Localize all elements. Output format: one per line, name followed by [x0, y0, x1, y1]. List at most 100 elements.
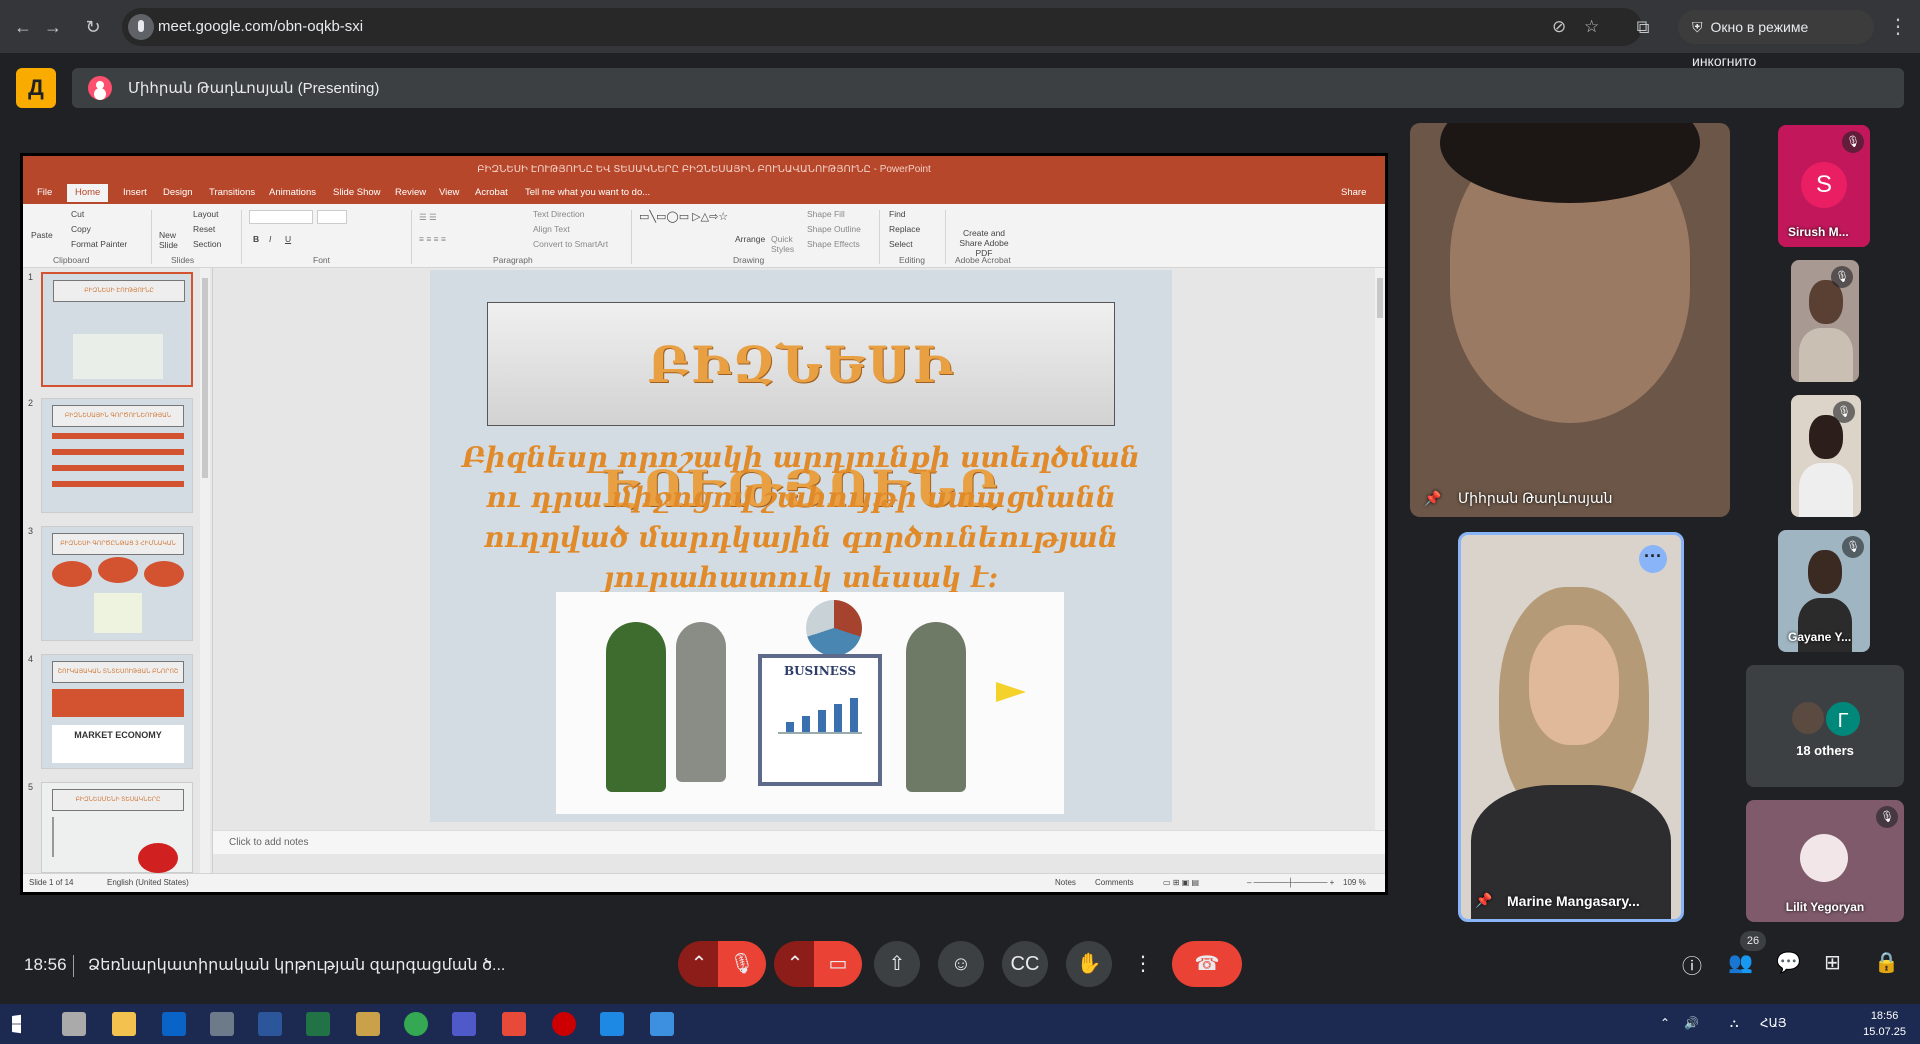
participant-tile-main[interactable]: 📌 Միհրան Թադևոսյան [1410, 123, 1730, 517]
view-buttons[interactable]: ▭ ⊞ ▣ ▤ [1163, 878, 1199, 887]
underline-button[interactable]: U [285, 234, 291, 244]
network-icon[interactable]: ⛬ [1730, 1016, 1738, 1031]
italic-button[interactable]: I [269, 234, 271, 244]
keyboard-language[interactable]: ՀԱՅ [1760, 1016, 1787, 1030]
tab-view[interactable]: View [439, 187, 459, 198]
bold-button[interactable]: B [253, 234, 259, 244]
font-name-box[interactable] [249, 210, 313, 224]
section-button[interactable]: Section [193, 239, 221, 249]
zoom-level[interactable]: 109 % [1343, 878, 1366, 887]
select-button[interactable]: Select [889, 239, 913, 249]
meeting-info-icon[interactable]: ⓘ [1682, 950, 1702, 979]
layout-button[interactable]: Layout [193, 209, 219, 219]
tray-chevron-icon[interactable]: ⌃ [1660, 1016, 1670, 1030]
anydesk-icon[interactable] [502, 1012, 526, 1036]
leave-call-button[interactable]: ☎ [1172, 941, 1242, 987]
replace-button[interactable]: Replace [889, 224, 920, 234]
arrange-button[interactable]: Arrange [735, 234, 765, 244]
language-indicator[interactable]: English (United States) [107, 878, 189, 887]
slide-thumbnails-pane[interactable]: 1 ԲԻԶՆԵՍԻ ԷՈՒԹՅՈՒՆԸ 2 ԲԻԶՆԵՍԱՅԻՆ ԳՈՐԾՈՒՆ… [23, 268, 213, 873]
participant-tile[interactable]: 🎙 [1791, 260, 1859, 382]
tab-acrobat[interactable]: Acrobat [475, 187, 508, 198]
host-controls-icon[interactable]: 🔒 [1874, 950, 1899, 975]
slide-thumbnail[interactable]: ԲԻԶՆԵՍՄԵՆԻ ՏԵՍԱԿՆԵՐԸ [41, 782, 193, 873]
browser-menu-icon[interactable]: ⋮ [1888, 14, 1908, 39]
video-options-chevron-icon[interactable]: ⌃ [774, 941, 816, 987]
tell-me-search[interactable]: Tell me what you want to do... [525, 187, 650, 198]
calculator-icon[interactable] [210, 1012, 234, 1036]
thumbnails-scrollbar[interactable] [200, 268, 210, 873]
extensions-icon[interactable]: ⧉ [1630, 14, 1656, 40]
more-options-icon[interactable]: ⋮ [1130, 941, 1156, 987]
slide-thumbnail[interactable]: ԲԻԶՆԵՍԻ ԳՈՐԾԸՆԹԱՑ 3 ՀԻՄՆԱԿԱՆ ՓՈՒԼԵՐ [41, 526, 193, 641]
participant-tile-lilit[interactable]: 🎙 Lilit Yegoryan [1746, 800, 1904, 922]
camera-toggle-button[interactable]: ▭ [814, 941, 862, 987]
more-options-icon[interactable]: ··· [1639, 545, 1667, 573]
participant-tile-sirush[interactable]: S 🎙 Sirush M... [1778, 125, 1870, 247]
present-screen-button[interactable]: ⇧ [874, 941, 920, 987]
tab-slide-show[interactable]: Slide Show [333, 187, 381, 198]
business-illustration[interactable]: BUSINESS [556, 592, 1064, 814]
create-share-pdf-button[interactable]: Create and Share Adobe PDF [951, 228, 1017, 258]
comments-toggle[interactable]: Comments [1095, 878, 1134, 887]
slide-scrollbar[interactable] [1375, 268, 1385, 830]
shape-fill-button[interactable]: Shape Fill [807, 209, 845, 219]
outlook-icon[interactable] [162, 1012, 186, 1036]
find-button[interactable]: Find [889, 209, 906, 219]
reload-icon[interactable]: ↻ [80, 14, 106, 40]
tab-home[interactable]: Home [67, 184, 109, 202]
convert-smartart-button[interactable]: Convert to SmartArt [533, 239, 608, 249]
tab-animations[interactable]: Animations [269, 187, 316, 198]
tab-review[interactable]: Review [395, 187, 426, 198]
slide-title[interactable]: ԲԻԶՆԵՍԻ ԷՈՒԹՅՈՒՆԸ [487, 302, 1115, 518]
raise-hand-button[interactable]: ✋ [1066, 941, 1112, 987]
scrollbar-thumb[interactable] [202, 278, 208, 478]
excel-icon[interactable] [306, 1012, 330, 1036]
align-icon[interactable]: ≡ ≡ ≡ ≡ [419, 234, 446, 244]
tab-insert[interactable]: Insert [123, 187, 147, 198]
recorder-icon[interactable] [552, 1012, 576, 1036]
slide-body-text[interactable]: Բիզնեսը որոշակի արդյունքի ստեղծման ու դր… [450, 438, 1152, 598]
chat-icon[interactable]: 💬 [1776, 950, 1801, 975]
notes-pane[interactable]: Click to add notes [213, 830, 1385, 854]
format-painter-button[interactable]: Format Painter [71, 239, 127, 249]
slide-canvas[interactable]: ԲԻԶՆԵՍԻ ԷՈՒԹՅՈՒՆԸ Բիզնեսը որոշակի արդյու… [430, 270, 1172, 822]
people-icon[interactable]: 👥 [1728, 950, 1753, 975]
address-bar[interactable]: meet.google.com/obn-oqkb-sxi ⊘ ☆ [122, 8, 1642, 46]
taskbar-app-icon[interactable] [650, 1012, 674, 1036]
site-info-icon[interactable] [128, 14, 154, 40]
notes-toggle[interactable]: Notes [1055, 878, 1076, 887]
shape-outline-button[interactable]: Shape Outline [807, 224, 861, 234]
taskbar-app-icon[interactable] [62, 1012, 86, 1036]
reset-button[interactable]: Reset [193, 224, 215, 234]
meet-logo[interactable]: Д [16, 68, 56, 108]
taskbar-clock[interactable]: 18:56 15.07.25 [1863, 1008, 1906, 1040]
shape-effects-button[interactable]: Shape Effects [807, 239, 860, 249]
tab-transitions[interactable]: Transitions [209, 187, 255, 198]
shapes-gallery[interactable]: ▭╲▭◯▭ ▷△⇨☆ [639, 210, 728, 223]
new-slide-button[interactable]: New Slide [159, 230, 189, 250]
word-icon[interactable] [258, 1012, 282, 1036]
quick-styles-button[interactable]: Quick Styles [771, 234, 799, 254]
incognito-indicator[interactable]: ⛨ Окно в режиме инкогнито [1678, 10, 1874, 69]
slide-thumbnail[interactable]: ՇՈՒԿԱՅԱԿԱՆ ՏՆՏԵՍՈՒԹՅԱՆ ԲՆՈՐՈՇ ԳԾԵՐԸ MARK… [41, 654, 193, 769]
chrome-icon[interactable] [404, 1012, 428, 1036]
tab-design[interactable]: Design [163, 187, 193, 198]
captions-button[interactable]: CC [1002, 941, 1048, 987]
zoom-slider[interactable]: – ──────┼────── + [1247, 878, 1334, 887]
paste-button[interactable]: Paste [31, 230, 53, 240]
participant-tile-marine[interactable]: ··· 📌 Marine Mangasary... [1458, 532, 1684, 922]
camera-blocked-icon[interactable]: ⊘ [1552, 17, 1566, 37]
emoji-reactions-button[interactable]: ☺ [938, 941, 984, 987]
text-direction-button[interactable]: Text Direction [533, 209, 585, 219]
scrollbar-thumb[interactable] [1377, 278, 1383, 318]
align-text-button[interactable]: Align Text [533, 224, 570, 234]
teams-icon[interactable] [452, 1012, 476, 1036]
snipping-tool-icon[interactable] [600, 1012, 624, 1036]
meeting-name[interactable]: Ձեռնարկատիրական կրթության զարգացման ծ... [88, 955, 505, 975]
mic-toggle-button[interactable]: 🎙 [718, 941, 766, 987]
back-icon[interactable]: ← [10, 14, 36, 40]
audio-options-chevron-icon[interactable]: ⌃ [678, 941, 720, 987]
file-explorer-icon[interactable] [112, 1012, 136, 1036]
participant-tile-gayane[interactable]: 🎙 Gayane Y... [1778, 530, 1870, 652]
